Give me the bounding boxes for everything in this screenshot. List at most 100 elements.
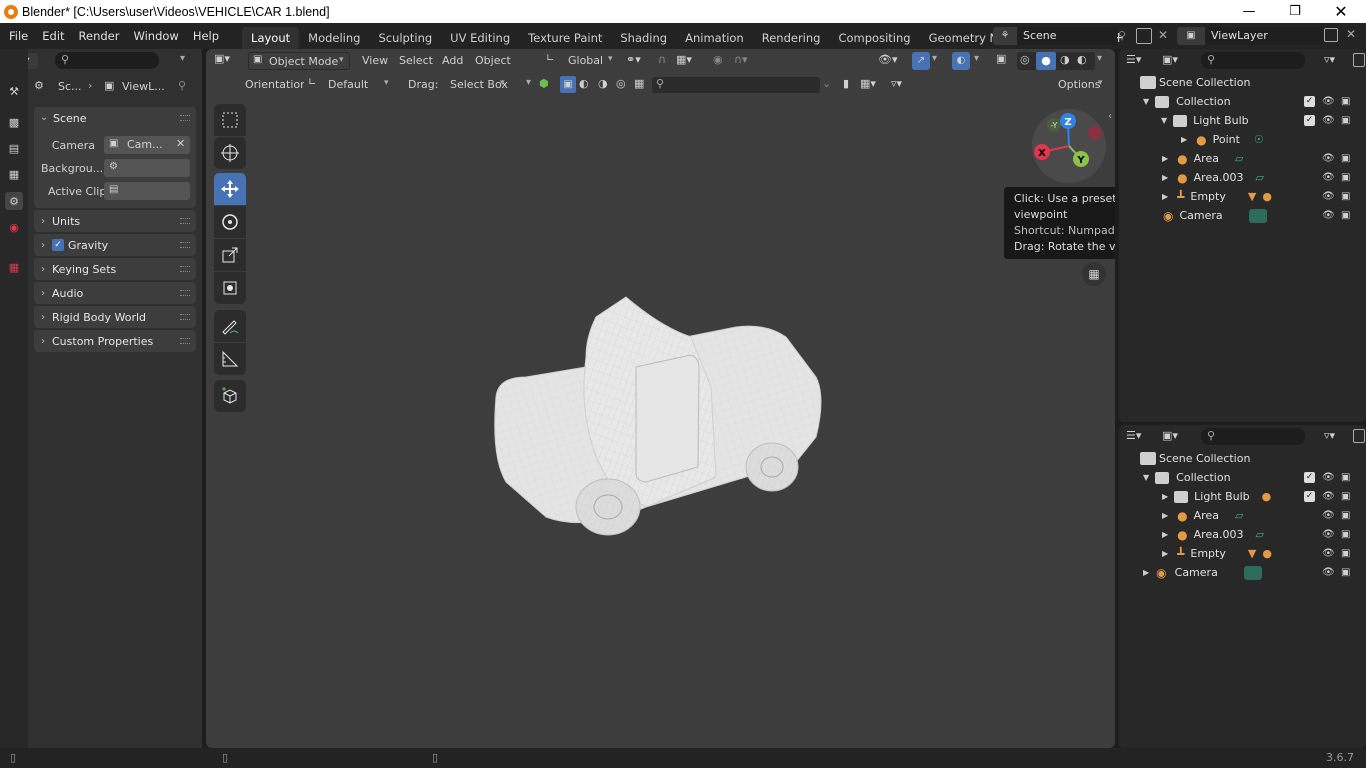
clear-camera-icon[interactable]: ✕ <box>176 137 185 150</box>
select-mode-new-icon[interactable]: ▣ <box>560 76 576 93</box>
light-icon[interactable]: ● <box>1262 490 1272 503</box>
select-mode-subtract-icon[interactable]: ◑ <box>598 77 608 90</box>
render-camera-icon[interactable]: ▣ <box>1341 191 1350 202</box>
chevron-right-icon[interactable]: ▶ <box>1162 511 1168 520</box>
view-layer-tab-icon[interactable]: ▦ <box>5 165 23 183</box>
chevron-down-icon[interactable]: ▾ <box>1097 53 1102 64</box>
tab-texture-paint[interactable]: Texture Paint <box>519 27 611 49</box>
delete-scene-icon[interactable]: ✕ <box>1158 28 1168 42</box>
eye-icon[interactable]: 👁 <box>1322 153 1335 164</box>
chevron-down-icon[interactable]: ▾ <box>180 53 185 64</box>
tab-compositing[interactable]: Compositing <box>829 27 919 49</box>
chevron-down-icon[interactable]: ▾ <box>526 77 531 88</box>
gizmo-toggle-icon[interactable]: ↗ <box>912 52 930 70</box>
viewport-search-input[interactable]: ⚲ <box>652 77 820 93</box>
render-camera-icon[interactable]: ▣ <box>1341 115 1350 126</box>
eye-icon[interactable]: 👁 <box>1322 191 1335 202</box>
transform-tool[interactable] <box>214 272 246 304</box>
outliner-row-empty[interactable]: ▶ ┻ Empty ▼ ● 👁 ▣ <box>1119 187 1366 206</box>
navigation-gizmo[interactable]: Z Y X -Y <box>1030 109 1110 189</box>
tab-modeling[interactable]: Modeling <box>299 27 369 49</box>
menu-window[interactable]: Window <box>126 23 185 49</box>
new-collection-icon[interactable] <box>1353 53 1365 67</box>
eye-icon[interactable]: 👁 <box>1322 172 1335 183</box>
panel-grip-icon[interactable] <box>180 314 190 320</box>
menu-object[interactable]: Object <box>475 54 511 67</box>
filter-icon[interactable]: ▿▾ <box>1324 429 1335 442</box>
chevron-right-icon[interactable]: ▶ <box>1162 192 1168 201</box>
orientation-dropdown[interactable]: ∟ Default ▾ <box>304 76 396 94</box>
visibility-icon[interactable]: 👁▾ <box>878 53 898 66</box>
pivot-point-icon[interactable]: ⚭▾ <box>626 53 641 66</box>
transform-orientation-dropdown[interactable]: ∟ Global ▾ <box>542 52 618 70</box>
filter-icon[interactable]: ▿▾ <box>1324 53 1335 66</box>
snap-target-icon[interactable]: ▦▾ <box>676 53 692 66</box>
menu-edit[interactable]: Edit <box>35 23 71 49</box>
outliner-row-area[interactable]: ▶ ● Area ▱ 👁 ▣ <box>1119 506 1366 525</box>
outliner-row-camera[interactable]: ◉ Camera 👁 ▣ <box>1119 206 1366 225</box>
chevron-right-icon[interactable]: ▶ <box>1143 568 1149 577</box>
outliner-search-input[interactable]: ⚲ <box>1201 52 1305 69</box>
filter-toggle-icon[interactable]: ⌄ <box>822 77 831 90</box>
select-mode-invert-icon[interactable]: ◎ <box>616 77 626 90</box>
panel-custom-properties[interactable]: › Custom Properties <box>34 330 196 352</box>
restore-icon[interactable]: ❐ <box>1272 0 1318 23</box>
panel-grip-icon[interactable] <box>180 290 190 296</box>
exclude-checkbox[interactable]: ✓ <box>1304 472 1315 483</box>
object-type-visibility-icon[interactable]: ⬢ <box>539 77 549 90</box>
area-light-data-icon[interactable]: ▱ <box>1255 528 1263 541</box>
tool-tab-icon[interactable]: ⚒ <box>5 82 23 100</box>
new-view-layer-icon[interactable] <box>1324 28 1338 42</box>
bookmark-icon[interactable]: ▮ <box>843 77 849 90</box>
render-camera-icon[interactable]: ▣ <box>1341 210 1350 221</box>
move-tool[interactable] <box>214 173 246 205</box>
panel-keying-sets[interactable]: › Keying Sets <box>34 258 196 280</box>
camera-field[interactable]: ▣ Cam... ✕ <box>104 136 190 154</box>
editor-type-icon[interactable]: ☰▾ <box>1126 53 1141 66</box>
scene-selector[interactable]: ⚘ Scene <box>993 27 1117 45</box>
chevron-right-icon[interactable]: ▶ <box>1181 135 1187 144</box>
active-clip-field[interactable]: ▤ <box>104 182 190 200</box>
rotate-tool[interactable] <box>214 206 246 238</box>
delete-view-layer-icon[interactable]: ✕ <box>1346 27 1356 41</box>
3d-viewport[interactable]: ▣▾ ▣ Object Mode ▾ View Select Add Objec… <box>206 49 1115 748</box>
tab-animation[interactable]: Animation <box>676 27 753 49</box>
measure-tool[interactable] <box>214 343 246 375</box>
render-camera-icon[interactable]: ▣ <box>1341 96 1350 107</box>
cursor-tool[interactable] <box>214 137 246 169</box>
outliner-row-empty[interactable]: ▶ ┻ Empty ▼ ● 👁 ▣ <box>1119 544 1366 563</box>
panel-grip-icon[interactable] <box>180 266 190 272</box>
outliner-row-light-bulb[interactable]: ▼ Light Bulb ✓ 👁 ▣ <box>1119 111 1366 130</box>
eye-icon[interactable]: 👁 <box>1322 491 1335 502</box>
chevron-down-icon[interactable]: ▾ <box>932 53 937 64</box>
eye-icon[interactable]: 👁 <box>1322 472 1335 483</box>
scale-tool[interactable] <box>214 239 246 271</box>
render-camera-icon[interactable]: ▣ <box>1341 529 1350 540</box>
light-data-icon[interactable]: ☉ <box>1254 133 1264 146</box>
chevron-down-icon[interactable]: ▼ <box>1143 97 1149 106</box>
view-layer-selector[interactable]: ▣ ViewLayer <box>1177 27 1347 45</box>
panel-audio[interactable]: › Audio <box>34 282 196 304</box>
panel-grip-icon[interactable] <box>180 242 190 248</box>
annotate-tool[interactable] <box>214 310 246 342</box>
select-mode-extend-icon[interactable]: ◐ <box>579 77 589 90</box>
panel-grip-icon[interactable] <box>180 115 190 121</box>
proportional-editing-icon[interactable]: ◉ <box>713 53 723 66</box>
outliner-row-area[interactable]: ▶ ● Area ▱ 👁 ▣ <box>1119 149 1366 168</box>
xray-toggle-icon[interactable]: ▣ <box>996 52 1006 65</box>
light-icon[interactable]: ● <box>1262 547 1272 560</box>
constraint-icon[interactable]: ▼ <box>1248 190 1256 203</box>
exclude-checkbox[interactable]: ✓ <box>1304 96 1315 107</box>
outliner-row-collection[interactable]: ▼ Collection ✓ 👁 ▣ <box>1119 468 1366 487</box>
area-light-data-icon[interactable]: ▱ <box>1255 171 1263 184</box>
eye-icon[interactable]: 👁 <box>1322 96 1335 107</box>
ortho-toggle-icon[interactable]: ▦ <box>1082 262 1106 286</box>
render-camera-icon[interactable]: ▣ <box>1341 548 1350 559</box>
scene-panel-title[interactable]: Scene <box>53 112 87 125</box>
overlays-toggle-icon[interactable]: ◐ <box>952 52 970 70</box>
properties-search-input[interactable]: ⚲ <box>55 52 159 69</box>
layout-icon[interactable]: ▦▾ <box>860 77 876 90</box>
scene-tab-icon[interactable]: ⚙ <box>5 192 23 210</box>
outliner-row-scene-collection[interactable]: Scene Collection <box>1119 449 1366 468</box>
chevron-right-icon[interactable]: ▶ <box>1162 492 1168 501</box>
